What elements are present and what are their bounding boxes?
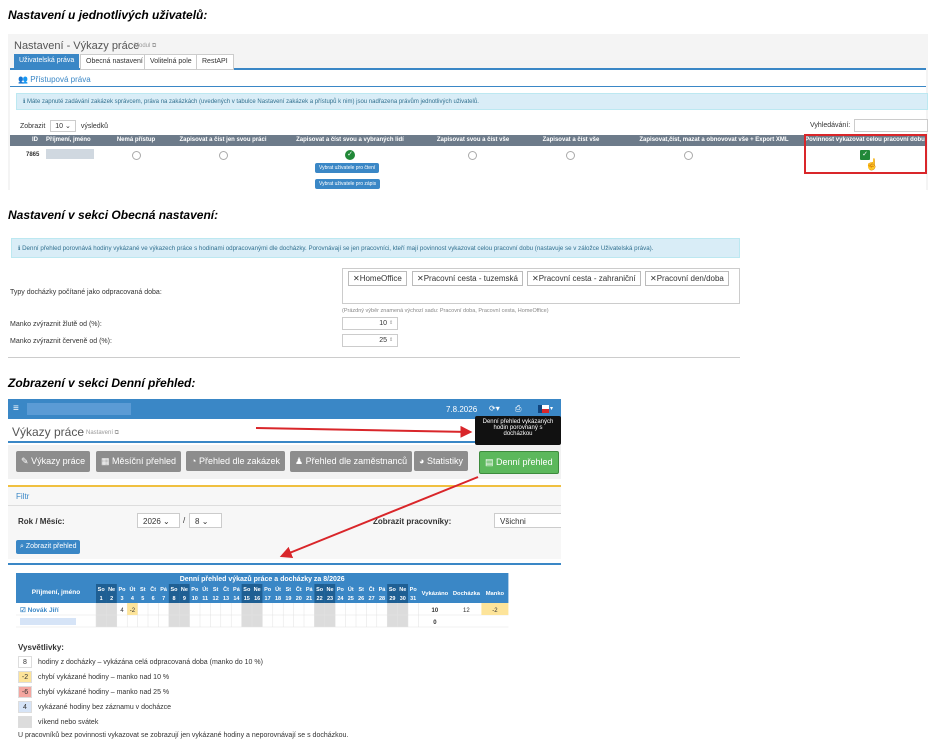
arrow-to-tab (255, 425, 473, 438)
annotation-arrows (255, 425, 479, 558)
arrow-to-table (279, 476, 479, 558)
